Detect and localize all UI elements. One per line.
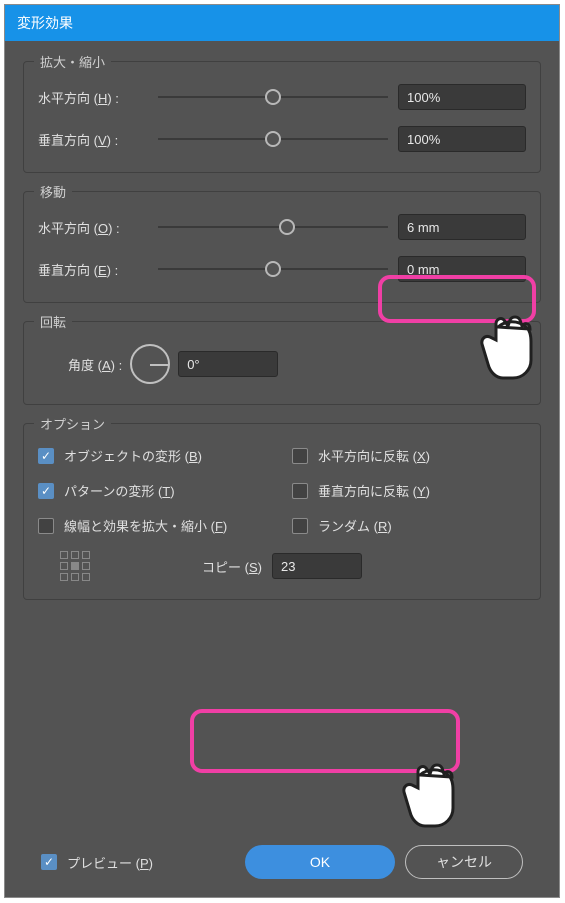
preview-row[interactable]: ✓ プレビュー (P) <box>41 853 153 872</box>
rotate-angle-label: 角度 (A) : <box>68 355 122 374</box>
scale-h-slider[interactable] <box>158 88 388 106</box>
scale-strokes-label: 線幅と効果を拡大・縮小 (F) <box>64 516 227 535</box>
rotate-angle-row: 角度 (A) : <box>38 344 526 384</box>
move-h-row: 水平方向 (O) : <box>38 214 526 240</box>
reflect-x-row[interactable]: 水平方向に反転 (X) <box>292 446 526 465</box>
random-label: ランダム (R) <box>318 516 392 535</box>
transform-patterns-row[interactable]: ✓ パターンの変形 (T) <box>38 481 272 500</box>
scale-v-slider[interactable] <box>158 130 388 148</box>
cancel-button[interactable]: ャンセル <box>405 845 523 879</box>
move-group: 移動 水平方向 (O) : 垂直方向 (E) : <box>23 191 541 303</box>
reflect-y-checkbox[interactable] <box>292 483 308 499</box>
scale-group-title: 拡大・縮小 <box>34 52 111 71</box>
scale-group: 拡大・縮小 水平方向 (H) : 垂直方向 (V) : <box>23 61 541 173</box>
copies-row: コピー (S) <box>38 553 526 579</box>
scale-h-row: 水平方向 (H) : <box>38 84 526 110</box>
transform-effect-dialog: 変形効果 拡大・縮小 水平方向 (H) : 垂直方向 (V) : <box>4 4 560 898</box>
move-v-input[interactable] <box>398 256 526 282</box>
rotate-group: 回転 角度 (A) : <box>23 321 541 405</box>
rotate-group-title: 回転 <box>34 312 72 331</box>
angle-dial[interactable] <box>130 344 170 384</box>
scale-h-input[interactable] <box>398 84 526 110</box>
dialog-content: 拡大・縮小 水平方向 (H) : 垂直方向 (V) : <box>5 41 559 897</box>
transform-patterns-checkbox[interactable]: ✓ <box>38 483 54 499</box>
preview-label: プレビュー (P) <box>67 853 153 872</box>
scale-strokes-checkbox[interactable] <box>38 518 54 534</box>
scale-v-input[interactable] <box>398 126 526 152</box>
reflect-x-checkbox[interactable] <box>292 448 308 464</box>
move-h-slider[interactable] <box>158 218 388 236</box>
move-v-label: 垂直方向 (E) : <box>38 260 148 279</box>
random-checkbox[interactable] <box>292 518 308 534</box>
transform-objects-label: オブジェクトの変形 (B) <box>64 446 202 465</box>
reflect-x-label: 水平方向に反転 (X) <box>318 446 430 465</box>
options-group: オプション ✓ オブジェクトの変形 (B) 水平方向に反転 (X) ✓ <box>23 423 541 600</box>
reflect-y-row[interactable]: 垂直方向に反転 (Y) <box>292 481 526 500</box>
scale-v-row: 垂直方向 (V) : <box>38 126 526 152</box>
move-h-input[interactable] <box>398 214 526 240</box>
ok-button[interactable]: OK <box>245 845 395 879</box>
random-row[interactable]: ランダム (R) <box>292 516 526 535</box>
move-v-slider[interactable] <box>158 260 388 278</box>
scale-v-label: 垂直方向 (V) : <box>38 130 148 149</box>
preview-checkbox[interactable]: ✓ <box>41 854 57 870</box>
copies-input[interactable] <box>272 553 362 579</box>
dialog-title: 変形効果 <box>5 5 559 41</box>
transform-objects-row[interactable]: ✓ オブジェクトの変形 (B) <box>38 446 272 465</box>
options-grid: ✓ オブジェクトの変形 (B) 水平方向に反転 (X) ✓ パターンの変形 (T… <box>38 446 526 535</box>
copies-label: コピー (S) <box>202 557 262 576</box>
rotate-angle-input[interactable] <box>178 351 278 377</box>
options-group-title: オプション <box>34 414 111 433</box>
scale-h-label: 水平方向 (H) : <box>38 88 148 107</box>
transform-objects-checkbox[interactable]: ✓ <box>38 448 54 464</box>
scale-strokes-row[interactable]: 線幅と効果を拡大・縮小 (F) <box>38 516 272 535</box>
move-h-label: 水平方向 (O) : <box>38 218 148 237</box>
reflect-y-label: 垂直方向に反転 (Y) <box>318 481 430 500</box>
move-v-row: 垂直方向 (E) : <box>38 256 526 282</box>
transform-patterns-label: パターンの変形 (T) <box>64 481 175 500</box>
registration-point-icon[interactable] <box>60 551 90 581</box>
dialog-footer: ✓ プレビュー (P) OK ャンセル <box>23 845 541 883</box>
move-group-title: 移動 <box>34 182 72 201</box>
